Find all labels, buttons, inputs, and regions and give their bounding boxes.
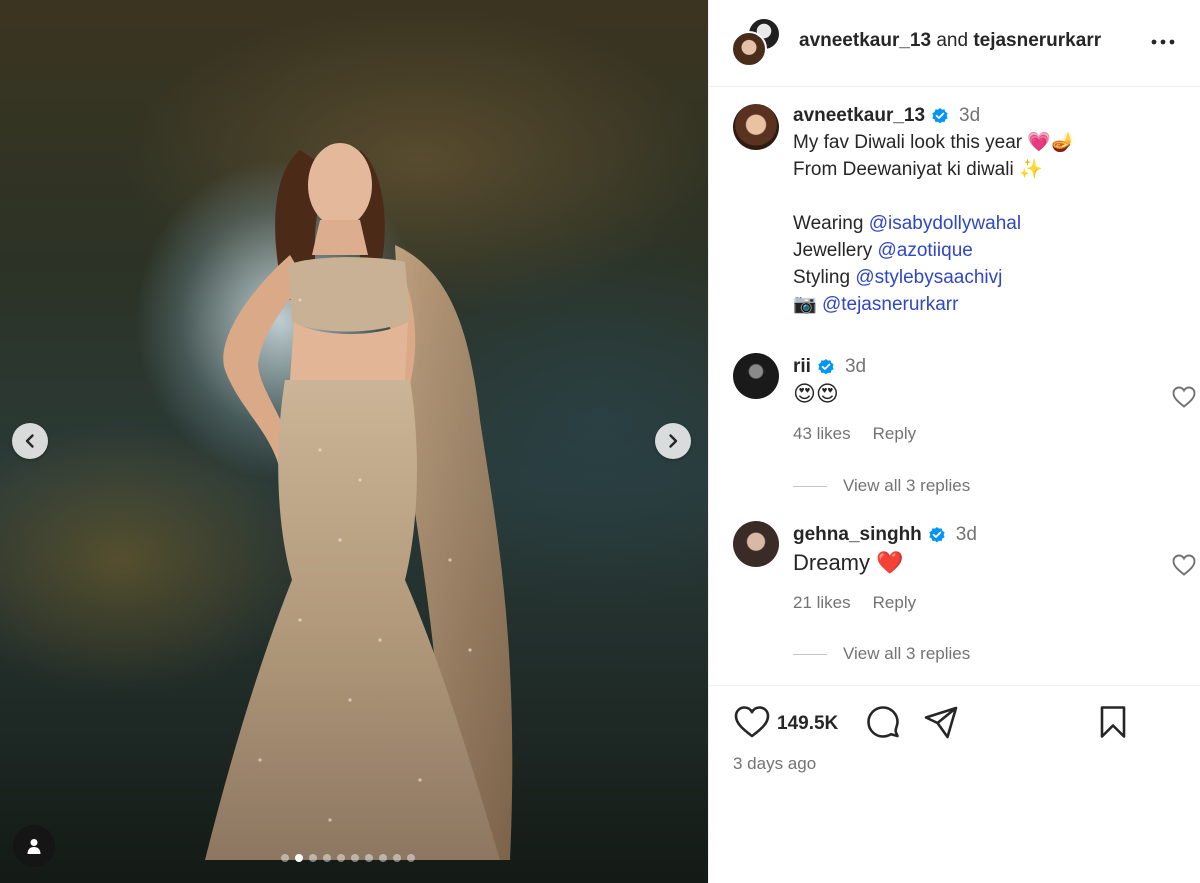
like-comment-button[interactable] <box>1171 385 1197 414</box>
save-button[interactable] <box>1097 704 1129 745</box>
verified-badge-icon <box>929 526 945 542</box>
comment-text: Dreamy ❤️ <box>793 550 904 576</box>
commenter-avatar[interactable] <box>733 353 779 399</box>
like-comment-button[interactable] <box>1171 553 1197 582</box>
comment-time[interactable]: 3d <box>956 521 977 548</box>
heart-icon <box>1172 554 1196 576</box>
carousel-dot <box>323 854 331 862</box>
commenter-username[interactable]: rii <box>793 353 811 380</box>
comment-button[interactable] <box>865 704 901 745</box>
heart-fire-emoji: 💗🪔 <box>1027 131 1075 153</box>
author-username[interactable]: avneetkaur_13 <box>799 30 931 51</box>
more-options-icon <box>1151 39 1175 45</box>
replies-divider <box>793 653 827 655</box>
commenter-username[interactable]: gehna_singhh <box>793 521 922 548</box>
caption-username[interactable]: avneetkaur_13 <box>793 102 925 129</box>
reply-button[interactable]: Reply <box>873 420 916 447</box>
comment-likes[interactable]: 21 likes <box>793 589 851 616</box>
heart-icon <box>734 706 770 738</box>
mention-link[interactable]: @stylebysaachivj <box>855 267 1002 288</box>
bookmark-icon <box>1100 706 1126 738</box>
caption-line-2: From Deewaniyat ki diwali ✨ <box>793 158 1043 180</box>
caption-line-1: My fav Diwali look this year 💗🪔 <box>793 131 1075 153</box>
post-actions: 149.5K <box>733 704 1183 744</box>
verified-badge-icon <box>932 107 948 123</box>
post-time[interactable]: 3 days ago <box>733 754 816 774</box>
user-tag-icon <box>27 839 41 854</box>
post-media[interactable] <box>0 0 708 883</box>
heart-icon <box>1172 386 1196 408</box>
mention-link[interactable]: @isabydollywahal <box>869 213 1021 234</box>
post-panel: avneetkaur_13 and tejasnerurkarr avneetk… <box>708 0 1200 883</box>
caption-author-avatar[interactable] <box>733 104 779 150</box>
mention-link[interactable]: @azotiique <box>877 240 972 261</box>
carousel-dot <box>365 854 373 862</box>
comment-text: 😍😍 <box>793 382 839 407</box>
carousel-prev-button[interactable] <box>12 423 48 459</box>
carousel-dot <box>337 854 345 862</box>
reply-button[interactable]: Reply <box>873 589 916 616</box>
camera-emoji: 📷 <box>793 293 817 315</box>
author-avatar[interactable] <box>731 31 767 67</box>
chevron-right-icon <box>669 434 678 448</box>
carousel-dot <box>295 854 303 862</box>
chevron-left-icon <box>25 434 34 448</box>
comment-likes[interactable]: 43 likes <box>793 420 851 447</box>
comment-icon <box>867 706 899 738</box>
mention-link[interactable]: @tejasnerurkarr <box>822 294 959 315</box>
collaborator-username[interactable]: tejasnerurkarr <box>973 30 1101 51</box>
view-replies-button[interactable]: View all 3 replies <box>793 644 970 664</box>
share-button[interactable] <box>923 704 959 745</box>
credit-wearing: Wearing @isabydollywahal <box>793 213 1022 234</box>
collab-avatars[interactable] <box>731 17 783 69</box>
carousel-dot <box>309 854 317 862</box>
carousel-next-button[interactable] <box>655 423 691 459</box>
caption-time[interactable]: 3d <box>959 102 980 129</box>
like-count[interactable]: 149.5K <box>777 713 838 735</box>
credit-photographer: 📷 @tejasnerurkarr <box>793 291 1173 318</box>
verified-badge-icon <box>818 358 834 374</box>
carousel-dot <box>351 854 359 862</box>
user-tag-button[interactable] <box>13 825 55 867</box>
credit-jewellery: Jewellery @azotiique <box>793 240 973 261</box>
share-icon <box>924 706 958 739</box>
post-header: avneetkaur_13 and tejasnerurkarr <box>709 0 1200 87</box>
carousel-dot <box>379 854 387 862</box>
view-replies-button[interactable]: View all 3 replies <box>793 476 970 496</box>
commenter-avatar[interactable] <box>733 521 779 567</box>
actions-divider <box>709 685 1200 686</box>
view-replies-label: View all 3 replies <box>843 644 971 663</box>
authors-joiner: and <box>936 30 969 51</box>
post-authors: avneetkaur_13 and tejasnerurkarr <box>799 30 1101 52</box>
more-options-button[interactable] <box>1150 32 1176 57</box>
carousel-dot <box>407 854 415 862</box>
sparkles-emoji: ✨ <box>1018 158 1043 180</box>
like-button[interactable] <box>733 704 771 745</box>
carousel-indicator <box>281 854 415 862</box>
carousel-dot <box>281 854 289 862</box>
view-replies-label: View all 3 replies <box>843 476 971 495</box>
credit-styling: Styling @stylebysaachivj <box>793 267 1003 288</box>
post-photo <box>205 143 513 860</box>
replies-divider <box>793 485 827 487</box>
red-heart-emoji: ❤️ <box>876 551 904 576</box>
comment-time[interactable]: 3d <box>845 353 866 380</box>
carousel-dot <box>393 854 401 862</box>
